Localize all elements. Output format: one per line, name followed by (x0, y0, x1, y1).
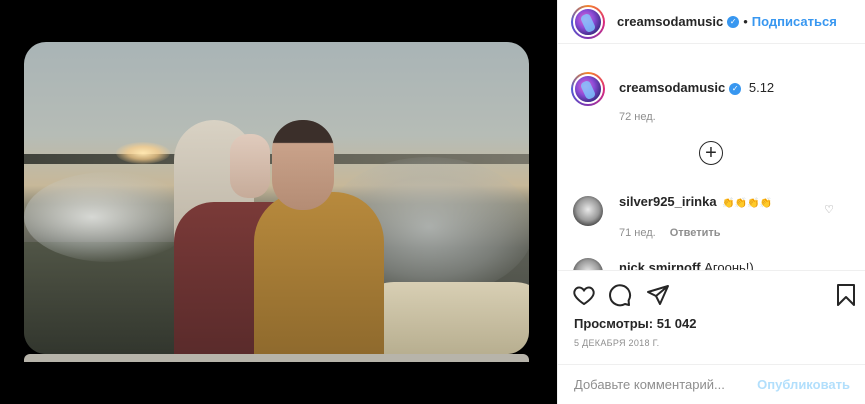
commenter-avatar[interactable] (573, 258, 603, 270)
share-icon[interactable] (646, 283, 670, 307)
reply-button[interactable]: Ответить (670, 227, 721, 239)
follow-button[interactable]: Подписаться (752, 14, 837, 29)
separator-dot: • (743, 14, 748, 29)
post-caption: creamsodamusic ✓ 5.12 72 нед. (571, 72, 851, 123)
author-username[interactable]: creamsodamusic (617, 14, 723, 29)
comment-icon[interactable] (608, 283, 632, 307)
comment-text: 👏👏👏👏 (722, 198, 773, 209)
comment-composer: Добавьте комментарий... Опубликовать (558, 364, 865, 404)
video-player[interactable] (0, 0, 557, 404)
save-icon[interactable] (834, 283, 858, 307)
comment-text: Агоонь!) (704, 260, 754, 270)
more-comments-icon[interactable]: + (699, 141, 723, 165)
like-icon[interactable] (572, 283, 596, 307)
comment-item: silver925_irinka 👏👏👏👏 71 нед. Ответить ♡ (573, 194, 858, 239)
comment-username[interactable]: nick.smirnoff (619, 260, 701, 270)
author-avatar[interactable] (571, 4, 605, 39)
post-header: creamsodamusic ✓ • Подписаться (558, 0, 865, 44)
comment-username[interactable]: silver925_irinka (619, 194, 717, 209)
comment-item: nick.smirnoff Агоонь!) (573, 258, 858, 270)
caption-username[interactable]: creamsodamusic (619, 80, 725, 95)
caption-text: 5.12 (748, 80, 775, 95)
post-date[interactable]: 5 ДЕКАБРЯ 2018 Г. (574, 338, 659, 348)
comment-age[interactable]: 71 нед. (619, 227, 656, 239)
caption-avatar[interactable] (571, 72, 605, 106)
action-bar: Просмотры: 51 042 5 ДЕКАБРЯ 2018 Г. (558, 270, 865, 364)
post-panel: creamsodamusic ✓ • Подписаться creamsoda… (557, 0, 865, 404)
next-frame-edge (24, 354, 529, 362)
video-frame (24, 42, 529, 354)
verified-icon: ✓ (727, 15, 740, 28)
caption-age[interactable]: 72 нед. (619, 111, 774, 123)
comment-like-icon[interactable]: ♡ (824, 203, 834, 216)
publish-button[interactable]: Опубликовать (757, 377, 850, 392)
commenter-avatar[interactable] (573, 196, 603, 226)
view-count[interactable]: Просмотры: 51 042 (574, 316, 696, 331)
verified-icon: ✓ (729, 82, 742, 95)
comment-input[interactable]: Добавьте комментарий... (574, 377, 757, 392)
